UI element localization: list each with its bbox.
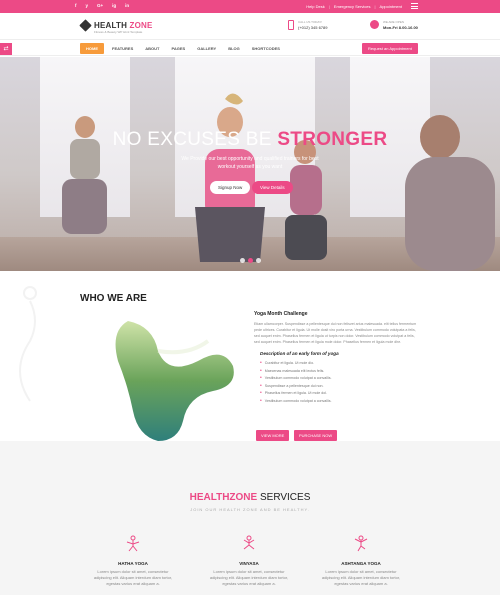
challenge-title: Yoga Month Challenge (254, 311, 308, 317)
feature-list: Curabitur et ligula. Ut mole dio. Maecen… (260, 360, 419, 405)
clock-icon (370, 20, 379, 29)
description-title: Description of an early form of yoga (260, 351, 339, 356)
service-text: Lorem ipsum dolor sit amet, consectetur … (93, 569, 173, 586)
list-item: Maecenas malesuada elit lectus felis. (260, 368, 419, 376)
emergency-services-link[interactable]: Emergency Services (334, 4, 371, 9)
challenge-text: Etiam ullamcorper. Suspendisse a pellent… (254, 322, 417, 344)
logo[interactable]: HEALTH ZONE Fitness & Beauty WP Html Tem… (79, 19, 153, 34)
decorative-figure-icon (19, 286, 37, 402)
slide-dot[interactable] (256, 258, 261, 263)
list-item: Vestibulum commodo volutpat a convallis. (260, 375, 419, 383)
social-links: f y G+ ig in (75, 3, 129, 8)
nav-item-gallery[interactable]: GALLERY (193, 43, 220, 54)
site-header: HEALTH ZONE Fitness & Beauty WP Html Tem… (0, 13, 500, 39)
phone-icon (288, 20, 294, 30)
hatha-yoga-icon (126, 535, 140, 552)
service-card-hatha[interactable]: HATHA YOGA Lorem ipsum dolor sit amet, c… (88, 535, 178, 587)
service-text: Lorem ipsum dolor sit amet, consectetur … (209, 569, 289, 586)
view-more-button[interactable]: VIEW MORE (256, 430, 290, 441)
open-label: WE ARE OPEN (383, 20, 405, 24)
top-links: Help Desk | Emergency Services | Appoint… (306, 4, 402, 9)
settings-toggle-icon[interactable]: ⇄ (0, 43, 12, 55)
service-name: HATHA YOGA (118, 561, 148, 566)
service-name: ASHTANGA YOGA (341, 561, 381, 566)
appointment-link[interactable]: Appointment (380, 4, 402, 9)
view-details-button[interactable]: View Details (252, 181, 293, 194)
slide-dot[interactable] (240, 258, 245, 263)
request-appointment-button[interactable]: Request an Appointment (362, 43, 418, 54)
nav-item-shortcodes[interactable]: SHORTCODES (248, 43, 284, 54)
instagram-icon[interactable]: ig (112, 3, 116, 8)
service-name: VINYASA (239, 561, 259, 566)
list-item: Vestibulum commodo volutpat a convallis. (260, 398, 419, 406)
opening-hours: WE ARE OPEN Mon-Fri 8.00-16.00 (370, 20, 418, 30)
nav-item-home[interactable]: HOME (80, 43, 104, 54)
service-text: Lorem ipsum dolor sit amet, consectetur … (321, 569, 401, 586)
logo-cube-icon (79, 19, 92, 32)
hero-slider: NO EXCUSES BE STRONGER We Provide our be… (0, 57, 500, 271)
google-plus-icon[interactable]: G+ (97, 3, 103, 8)
signup-now-button[interactable]: Signup Now (210, 181, 251, 194)
nav-item-blog[interactable]: BLOG (224, 43, 244, 54)
service-card-ashtanga[interactable]: ASHTANGA YOGA Lorem ipsum dolor sit amet… (316, 535, 406, 587)
slide-dot-active[interactable] (248, 258, 253, 263)
list-item: Curabitur et ligula. Ut mole dio. (260, 360, 419, 368)
nav-item-about[interactable]: ABOUT (141, 43, 163, 54)
twitter-icon[interactable]: y (86, 3, 89, 8)
list-item: Suspendisse a pellentesque dui non. (260, 383, 419, 391)
nav-item-features[interactable]: FEATURES (108, 43, 137, 54)
divider: | (374, 4, 376, 9)
list-item: Phasellus fermen et ligula. Ut mole dol. (260, 390, 419, 398)
hero-subtitle: We Provide our best opportunity and qual… (181, 156, 319, 170)
help-desk-link[interactable]: Help Desk (306, 4, 324, 9)
top-bar: f y G+ ig in Help Desk | Emergency Servi… (0, 0, 500, 13)
open-hours: Mon-Fri 8.00-16.00 (383, 25, 418, 30)
who-we-are-section: WHO WE ARE Yoga Month Challenge Etiam ul… (0, 271, 500, 441)
services-tagline: JOIN OUR HEALTH ZONE AND BE HEALTHY. (190, 507, 310, 512)
slider-dots (240, 258, 261, 263)
yoga-pose-illustration (115, 321, 234, 441)
linkedin-icon[interactable]: in (125, 3, 129, 8)
divider: | (328, 4, 330, 9)
logo-text: HEALTH ZONE (94, 21, 153, 30)
hamburger-menu-icon[interactable] (411, 3, 418, 9)
ashtanga-yoga-icon (354, 535, 368, 552)
purchase-now-button[interactable]: PURCHASE NOW (294, 430, 338, 441)
hero-title: NO EXCUSES BE STRONGER (112, 129, 388, 150)
services-title: HEALTHZONE SERVICES (189, 492, 311, 503)
call-number: (+012) 345 6789 (298, 25, 328, 30)
logo-tagline: Fitness & Beauty WP Html Template (94, 30, 143, 34)
call-info: CALL US TODAY! (+012) 345 6789 (288, 20, 327, 30)
nav-item-pages[interactable]: PAGES (168, 43, 190, 54)
services-section: HEALTHZONE SERVICES JOIN OUR HEALTH ZONE… (0, 441, 500, 595)
section-title: WHO WE ARE (80, 293, 147, 304)
call-label: CALL US TODAY! (298, 20, 323, 24)
service-card-vinyasa[interactable]: VINYASA Lorem ipsum dolor sit amet, cons… (204, 535, 294, 587)
main-navigation: HOME FEATURES ABOUT PAGES GALLERY BLOG S… (0, 39, 500, 56)
vinyasa-icon (243, 535, 255, 550)
facebook-icon[interactable]: f (75, 3, 77, 8)
